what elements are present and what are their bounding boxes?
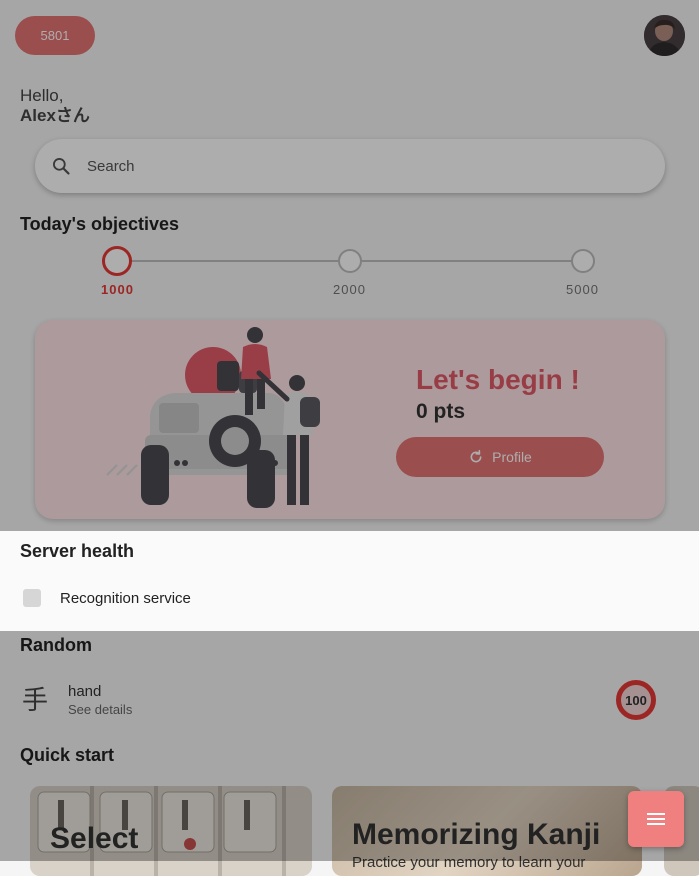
objective-label-1: 1000 [101, 282, 134, 297]
objective-step-2[interactable] [338, 249, 362, 273]
profile-button[interactable]: Profile [396, 437, 604, 477]
random-meaning: hand [68, 683, 102, 700]
menu-icon [647, 813, 665, 825]
quick-start-memorizing-label: Memorizing Kanji [352, 818, 601, 851]
avatar-image [644, 15, 685, 56]
quick-start-title: Quick start [20, 745, 115, 765]
recognition-service-checkbox[interactable] [23, 589, 41, 607]
promo-points: 0 pts [416, 400, 466, 423]
greeting: Hello, [20, 86, 64, 105]
server-health-title: Server health [20, 541, 135, 561]
objective-label-3: 5000 [566, 282, 599, 297]
search-bar[interactable] [35, 139, 665, 193]
quick-start-card-memorizing[interactable]: Memorizing Kanji Practice your memory to… [332, 786, 642, 876]
points-pill[interactable]: 5801 [15, 16, 95, 55]
promo-card: Let's begin ! 0 pts Profile [35, 320, 665, 519]
refresh-icon [470, 449, 482, 463]
user-name: Alexさん [20, 106, 90, 125]
points-value: 5801 [40, 28, 70, 43]
jeep-illustration [106, 327, 320, 508]
recognition-service-label: Recognition service [60, 590, 191, 607]
quick-start-memorizing-subtitle: Practice your memory to learn your [352, 854, 586, 871]
objective-label-2: 2000 [333, 282, 366, 297]
quick-start-card-select[interactable]: Select [30, 786, 312, 876]
profile-button-label: Profile [492, 449, 532, 465]
promo-headline: Let's begin ! [416, 364, 580, 395]
score-value: 100 [625, 692, 647, 708]
see-details-link[interactable]: See details [68, 702, 132, 717]
avatar[interactable] [644, 15, 685, 56]
search-input[interactable] [87, 157, 627, 175]
objectives-title: Today's objectives [20, 214, 180, 234]
random-title: Random [20, 635, 92, 655]
menu-fab-button[interactable] [628, 791, 684, 847]
objective-step-3[interactable] [571, 249, 595, 273]
quick-start-select-label: Select [50, 822, 139, 855]
search-icon [53, 158, 70, 175]
score-badge: 100 [616, 680, 656, 720]
objective-step-1[interactable] [102, 246, 132, 276]
random-kanji[interactable]: 手 [22, 680, 48, 717]
